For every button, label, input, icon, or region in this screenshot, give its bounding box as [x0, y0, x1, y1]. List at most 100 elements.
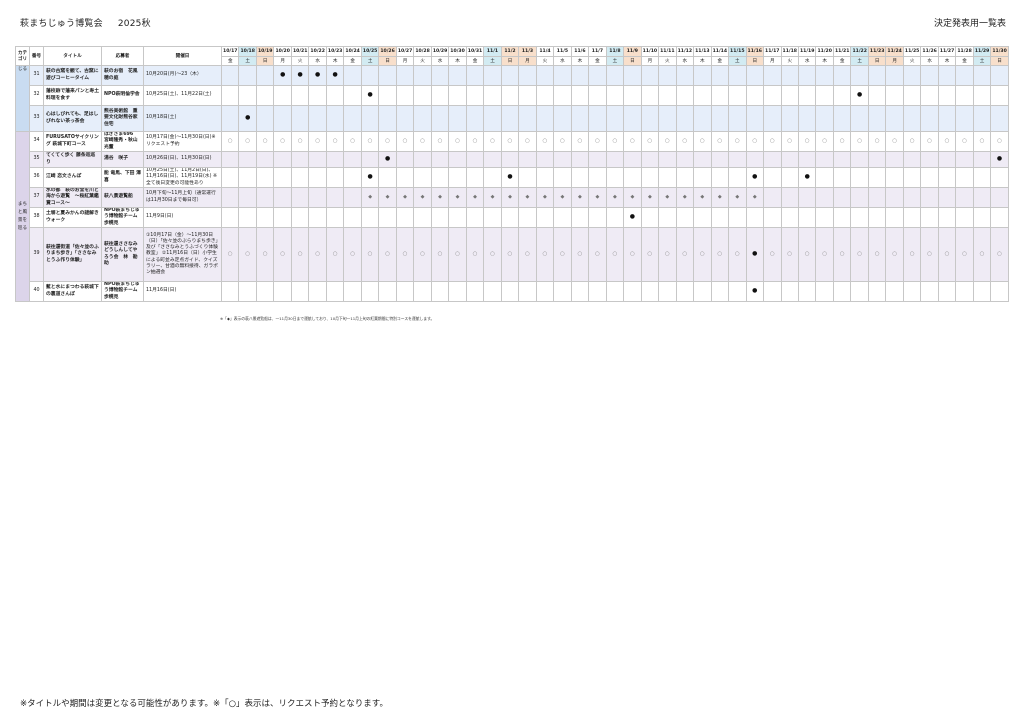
date-cell — [902, 281, 922, 302]
date-header: 10/21 — [290, 46, 310, 57]
cruise-mark: ◆ — [605, 187, 625, 208]
date-cell — [693, 167, 712, 188]
date-cell — [972, 167, 992, 188]
row-period: 10月18日(土) — [143, 105, 222, 132]
request-mark: ○ — [710, 131, 730, 152]
date-cell — [448, 281, 467, 302]
date-cell — [728, 65, 747, 86]
date-cell — [605, 167, 625, 188]
date-cell — [483, 281, 502, 302]
cruise-mark: ◆ — [745, 187, 765, 208]
request-mark: ○ — [413, 131, 432, 152]
cruise-mark: ◆ — [465, 187, 485, 208]
date-cell — [605, 151, 625, 168]
date-cell — [902, 207, 922, 228]
request-mark: ○ — [308, 131, 327, 152]
date-cell — [238, 281, 257, 302]
date-cell — [483, 65, 502, 86]
weekday-header: 火 — [535, 56, 555, 66]
row-organizer: 萩往還ささなみどうしんしてやろう会 林 勘助 — [101, 227, 144, 282]
date-header: 11/7 — [588, 46, 607, 57]
date-cell — [937, 65, 957, 86]
table-row: 40 藍と水にまつわる萩城下の裏道さんぽ NPO萩まちじゅう博物館チーム歩幌見 11月… — [16, 281, 1009, 302]
date-header: 10/24 — [343, 46, 362, 57]
request-mark: ○ — [325, 227, 345, 282]
request-mark: ○ — [902, 227, 922, 282]
request-mark: ○ — [867, 227, 887, 282]
request-mark: ○ — [815, 227, 834, 282]
date-cell — [395, 167, 415, 188]
cruise-mark: ◆ — [623, 187, 642, 208]
date-cell — [763, 105, 782, 132]
date-cell — [867, 187, 887, 208]
date-cell — [990, 105, 1009, 132]
date-cell — [815, 187, 834, 208]
date-cell — [325, 187, 345, 208]
date-cell — [255, 65, 275, 86]
weekday-header: 土 — [360, 56, 380, 66]
event-mark: ● — [360, 167, 380, 188]
date-cell — [273, 85, 292, 106]
date-cell — [518, 167, 537, 188]
date-cell — [658, 105, 677, 132]
request-mark: ○ — [465, 227, 485, 282]
date-cell — [220, 151, 240, 168]
date-cell — [815, 281, 834, 302]
row-number: 32 — [29, 85, 44, 106]
date-cell — [220, 105, 240, 132]
weekday-header: 土 — [605, 56, 625, 66]
date-cell — [325, 85, 345, 106]
date-cell — [500, 65, 520, 86]
date-cell — [343, 65, 362, 86]
date-cell — [553, 167, 572, 188]
weekday-header: 火 — [902, 56, 922, 66]
request-mark: ○ — [395, 131, 415, 152]
date-cell — [465, 207, 485, 228]
date-cell — [710, 85, 730, 106]
row-period: 10月26日(日)、11月30日(日) — [143, 151, 222, 168]
date-cell — [500, 105, 520, 132]
date-cell — [238, 65, 257, 86]
date-cell — [797, 207, 817, 228]
date-cell — [535, 105, 555, 132]
request-mark: ○ — [483, 131, 502, 152]
date-cell — [937, 151, 957, 168]
date-cell — [220, 207, 240, 228]
date-cell — [500, 207, 520, 228]
request-mark: ○ — [378, 131, 397, 152]
weekday-header: 土 — [483, 56, 502, 66]
weekday-header: 水 — [553, 56, 572, 66]
date-cell — [885, 281, 904, 302]
date-cell — [728, 167, 747, 188]
date-cell — [867, 167, 887, 188]
date-header: 11/21 — [832, 46, 852, 57]
date-cell — [605, 85, 625, 106]
request-mark: ○ — [290, 131, 310, 152]
request-mark: ○ — [640, 227, 660, 282]
date-cell — [902, 167, 922, 188]
row-number: 35 — [29, 151, 44, 168]
date-cell — [465, 105, 485, 132]
table-row: 32 藩校跡で藩来パンと寿土料理を食す NPO萩明倫学舎 10月25日(土)、11月2… — [16, 85, 1009, 106]
event-mark: ● — [238, 105, 257, 132]
date-cell — [780, 187, 799, 208]
date-cell — [378, 85, 397, 106]
date-cell — [902, 187, 922, 208]
date-cell — [815, 151, 834, 168]
date-cell — [937, 85, 957, 106]
table-row: まちと風景を巡る 34 FURUSATOサイクリング 萩城下町コース はぎさま696 … — [15, 131, 1009, 302]
request-mark: ○ — [588, 131, 607, 152]
weekday-header: 土 — [238, 56, 257, 66]
date-cell — [867, 281, 887, 302]
request-mark: ○ — [763, 131, 782, 152]
request-mark: ○ — [675, 131, 695, 152]
row-period: 10月25日(土)、11月2日(日)、11月16日(日)、11月19日(水) ※… — [143, 167, 222, 188]
date-cell — [518, 207, 537, 228]
date-header: 11/23 — [867, 46, 887, 57]
date-cell — [413, 207, 432, 228]
date-cell — [710, 151, 730, 168]
request-mark: ○ — [623, 131, 642, 152]
weekday-header: 月 — [518, 56, 537, 66]
date-cell — [920, 151, 939, 168]
event-mark: ● — [797, 167, 817, 188]
